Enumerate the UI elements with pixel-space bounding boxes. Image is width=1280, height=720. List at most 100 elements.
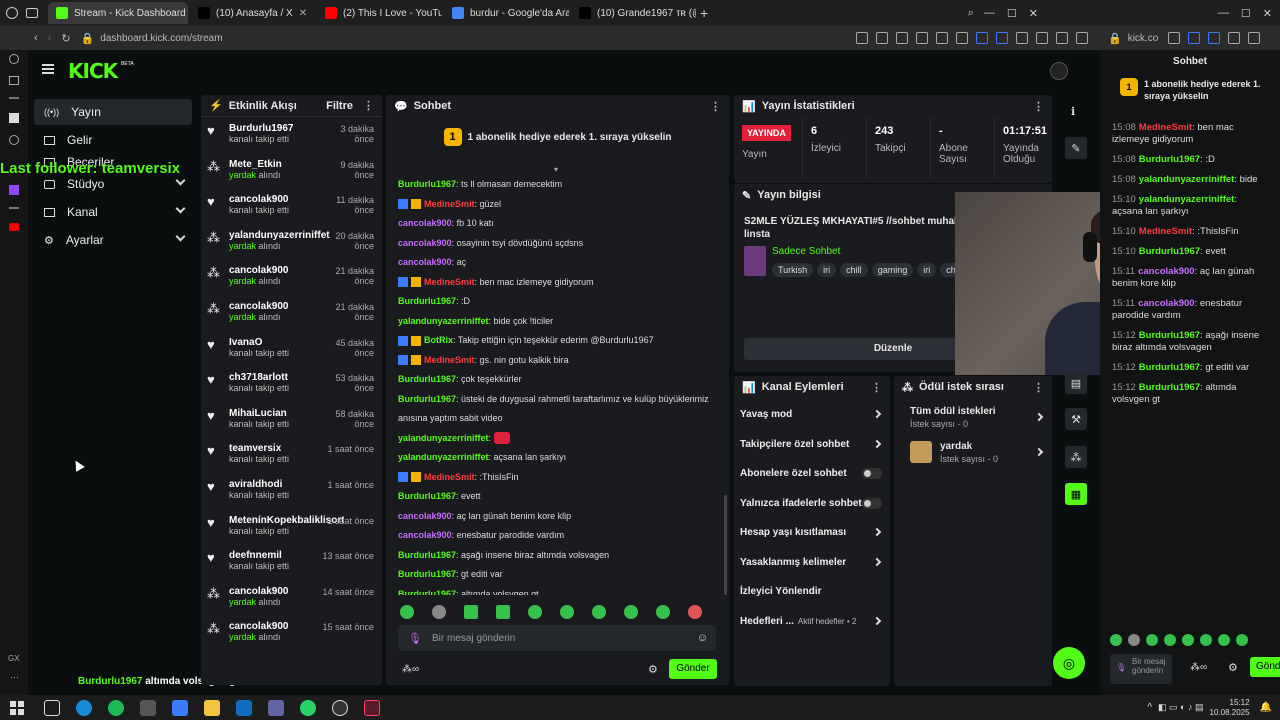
chat-message[interactable]: cancolak900: aç: [386, 253, 726, 273]
chat-message[interactable]: Burdurlu1967: üsteki de duygusal rahmetl…: [386, 390, 726, 410]
chat-message[interactable]: Burdurlu1967: aşağı insene biraz altımda…: [386, 546, 726, 566]
play-icon-2[interactable]: [1168, 32, 1181, 44]
chat-username[interactable]: Burdurlu1967: [398, 374, 456, 384]
popout-chat-message[interactable]: 15:08 yalandunyazerriniffet: bide: [1100, 174, 1280, 194]
toggle-switch[interactable]: [862, 497, 882, 509]
activity-item[interactable]: ⁂ cancolak900 yardak alındı 21 dakika önce: [201, 297, 382, 333]
chat-username[interactable]: MedineSmit: [424, 277, 475, 287]
tray-icons[interactable]: ◧ ▭ ◐ ♪ ▤: [1158, 702, 1203, 713]
tool-button-3[interactable]: ⁂: [1065, 446, 1087, 468]
chat-username[interactable]: Burdurlu1967: [398, 296, 456, 306]
chat-username[interactable]: cancolak900: [1138, 266, 1195, 277]
emote-icon[interactable]: [560, 605, 574, 619]
settings-rail-icon[interactable]: [9, 135, 19, 145]
browser-menu-icon[interactable]: [6, 7, 18, 19]
chat-username[interactable]: yalandunyazerriniffet: [398, 452, 489, 462]
channel-action-row[interactable]: Takipçilere özel sohbet: [734, 430, 890, 460]
channel-action-row[interactable]: İzleyici Yönlendir: [734, 577, 890, 607]
emote-icon[interactable]: [688, 605, 702, 619]
chat-message[interactable]: MedineSmit: :ThisIsFin: [386, 468, 726, 488]
activity-item[interactable]: ♥ MetenínKopekbaliklisort31 kanalı takip e…: [201, 511, 382, 547]
popout-chat-message[interactable]: 15:10 yalandunyazerriniffet: açsana lan ş…: [1100, 194, 1280, 226]
clock[interactable]: 15:12 10.08.2025: [1210, 698, 1250, 718]
stream-tag[interactable]: gaming: [871, 263, 914, 277]
search-tabs-icon[interactable]: ⌕: [968, 7, 974, 20]
channel-action-row[interactable]: Abonelere özel sohbet: [734, 459, 890, 489]
chat-username[interactable]: Burdurlu1967: [398, 179, 456, 189]
chat-username[interactable]: Burdurlu1967: [1139, 382, 1200, 393]
history-icon[interactable]: [9, 54, 19, 64]
category-name[interactable]: Sadece Sohbet: [772, 246, 966, 257]
chat-username[interactable]: yalandunyazerriniffet: [1139, 194, 1235, 205]
chat-message[interactable]: cancolak900: enesbatur parodide vardım: [386, 526, 726, 546]
activity-item[interactable]: ♥ IvanaO kanalı takip etti 45 dakika önce: [201, 333, 382, 369]
channel-action-row[interactable]: Yavaş mod: [734, 400, 890, 430]
chat-username[interactable]: Burdurlu1967: [398, 569, 456, 579]
chat-username[interactable]: yalandunyazerriniffet: [1139, 174, 1235, 185]
teams-icon[interactable]: [268, 699, 284, 716]
chat-username[interactable]: yalandunyazerriniffet: [398, 316, 489, 326]
calculator-icon[interactable]: [140, 699, 156, 716]
chat-message[interactable]: yalandunyazerriniffet: bide çok !ticiler: [386, 312, 726, 332]
url-field-2[interactable]: kick.co: [1128, 33, 1159, 44]
wallet-icon[interactable]: [956, 32, 968, 44]
stream-tag[interactable]: iri: [817, 263, 837, 277]
info-icon[interactable]: ℹ: [1071, 105, 1075, 118]
collapse-icon[interactable]: ▾: [554, 165, 558, 174]
emote-icon[interactable]: [1146, 634, 1158, 646]
channel-action-row[interactable]: Hesap yaşı kısıtlaması: [734, 518, 890, 548]
chat-username[interactable]: BotRix: [424, 335, 453, 345]
microphone-icon[interactable]: 🎙: [408, 632, 422, 645]
popout-send-button[interactable]: Gönd: [1250, 657, 1280, 677]
chat-message[interactable]: cancolak900: aç lan günah benim kore kli…: [386, 507, 726, 527]
browser-tab[interactable]: (10) Grande1967 ᴛʀ (@Gra✕: [571, 2, 696, 24]
popout-chat-message[interactable]: 15:11 cancolak900: enesbatur parodide var…: [1100, 298, 1280, 330]
opera-gx-icon[interactable]: [364, 699, 380, 716]
chat-username[interactable]: Burdurlu1967: [1139, 246, 1200, 257]
activity-item[interactable]: ⁂ cancolak900 yardak alındı 21 dakika önce: [201, 261, 382, 297]
twitch-rail-icon[interactable]: [9, 185, 19, 195]
emote-icon[interactable]: [528, 605, 542, 619]
puzzle-icon-2[interactable]: [1228, 32, 1241, 44]
screenshot-icon[interactable]: [876, 32, 888, 44]
chat-message[interactable]: Burdurlu1967: altımda volsvgen gt: [386, 585, 726, 596]
tray-chevron-icon[interactable]: ^: [1147, 702, 1152, 713]
emoji-icon[interactable]: ☺: [697, 632, 708, 644]
channel-action-row[interactable]: Yalnızca ifadelerle sohbet: [734, 489, 890, 519]
chat-message[interactable]: Burdurlu1967: ts ll olmasan demecektim: [386, 175, 726, 195]
toggle-switch[interactable]: [862, 468, 882, 479]
download-icon-2[interactable]: [1248, 32, 1261, 44]
activity-item[interactable]: ♥ teamversix kanalı takip etti 1 saat önce: [201, 439, 382, 475]
emote-icon[interactable]: [1200, 634, 1212, 646]
activity-item[interactable]: ♥ ch3718arlott kanalı takip etti 53 dakika …: [201, 368, 382, 404]
popout-chat-message[interactable]: 15:12 Burdurlu1967: altımda volsvgen gt: [1100, 382, 1280, 414]
chat-username[interactable]: Burdurlu1967: [398, 394, 456, 404]
sidebar-item-ayarlar[interactable]: ⚙ Ayarlar: [34, 227, 192, 253]
tool-button-1[interactable]: ▤: [1065, 372, 1087, 394]
popout-chat-message[interactable]: 15:12 Burdurlu1967: gt editi var: [1100, 362, 1280, 382]
microphone-icon[interactable]: 🎙: [1116, 663, 1126, 672]
minimize-icon[interactable]: —: [984, 7, 995, 19]
browser-tab[interactable]: (10) Anasayfa / X ✕: [190, 2, 315, 24]
close-icon-2[interactable]: ✕: [1263, 7, 1272, 20]
popout-chat-message[interactable]: 15:12 Burdurlu1967: aşağı insene biraz al…: [1100, 330, 1280, 362]
browser-tab[interactable]: (2) This I Love - YouTube✕: [317, 2, 442, 24]
filter-button[interactable]: Filtre: [326, 100, 353, 112]
activity-item[interactable]: ⁂ yalandunyazerriniffet yardak alındı 20 da…: [201, 226, 382, 262]
download-icon[interactable]: [1056, 32, 1068, 44]
emote-icon[interactable]: [1182, 634, 1194, 646]
browser-tab[interactable]: burdur - Google'da Ara✕: [444, 2, 569, 24]
points-icon[interactable]: ⁂∞: [402, 664, 419, 675]
emote-icon[interactable]: [624, 605, 638, 619]
chat-username[interactable]: Burdurlu1967: [398, 550, 456, 560]
chat-message[interactable]: MedineSmit: gs. nin gotu kalkik bira: [386, 351, 726, 371]
chat-message[interactable]: Burdurlu1967: :D: [386, 292, 726, 312]
chat-message[interactable]: Burdurlu1967: gt editi var: [386, 565, 726, 585]
notification-icon[interactable]: 🔔: [1260, 702, 1272, 713]
stream-tag[interactable]: iri: [917, 263, 937, 277]
windows-start-icon[interactable]: [10, 700, 24, 715]
sidebar-item-yayin[interactable]: ((•)) Yayın: [34, 99, 192, 125]
chat-message[interactable]: Burdurlu1967: evett: [386, 487, 726, 507]
activity-item[interactable]: ⁂ Mete_Etkin yardak alındı 9 dakika önce: [201, 155, 382, 191]
more-options-icon[interactable]: ⋮: [1033, 381, 1044, 394]
